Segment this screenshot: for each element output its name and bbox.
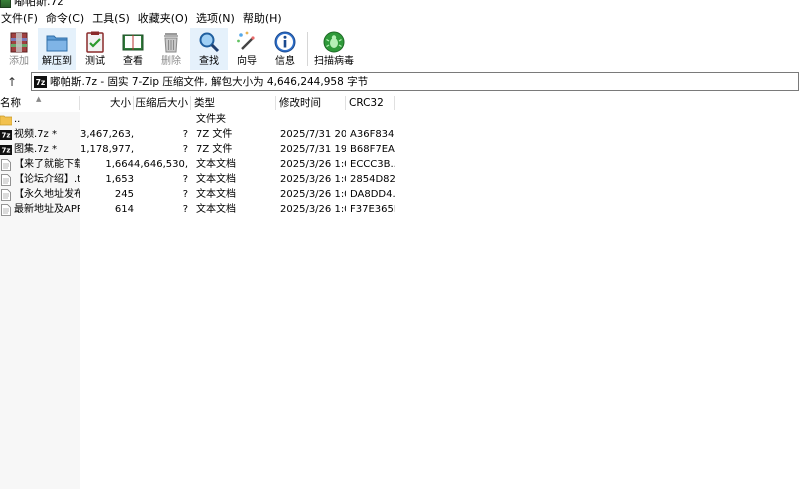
delete-button[interactable]: 删除: [152, 28, 190, 70]
archive-7z-icon: 7z: [34, 75, 47, 88]
file-rows: .. 文件夹 7z 视频.7z * 3,467,263,... ?: [0, 112, 800, 217]
magic-wand-icon: [237, 31, 255, 50]
wizard-button[interactable]: 向导: [228, 28, 266, 70]
winrar-window: 嘟帕斯.7z 文件(F) 命令(C) 工具(S) 收藏夹(O) 选项(N) 帮助…: [0, 0, 800, 489]
column-packed-size[interactable]: 压缩后大小: [134, 94, 191, 112]
info-button[interactable]: 信息: [266, 28, 304, 70]
find-button-label: 查找: [199, 56, 219, 67]
menu-commands[interactable]: 命令(C): [45, 10, 89, 28]
path-field[interactable]: 7z 嘟帕斯.7z - 固实 7-Zip 压缩文件, 解包大小为 4,646,2…: [31, 72, 799, 91]
menu-tools[interactable]: 工具(S): [91, 10, 135, 28]
table-row[interactable]: .. 文件夹: [0, 112, 395, 127]
trash-icon: [164, 33, 178, 53]
column-crc32[interactable]: CRC32: [346, 94, 395, 112]
test-button[interactable]: 测试: [76, 28, 114, 70]
column-header: ▲ 名称 大小 压缩后大小 类型 修改时间 CRC32: [0, 94, 800, 112]
svg-text:7z: 7z: [2, 131, 11, 139]
column-name[interactable]: ▲ 名称: [0, 94, 80, 112]
add-button-label: 添加: [9, 56, 29, 67]
archive-7z-icon: 7z: [0, 144, 12, 155]
table-row[interactable]: 【永久地址发布... 245 ? 文本文档 2025/3/26 1:08 DA8…: [0, 187, 395, 202]
svg-text:7z: 7z: [36, 78, 46, 87]
extract-button[interactable]: 解压到: [38, 28, 76, 70]
archive-7z-icon: 7z: [0, 129, 12, 140]
column-modified[interactable]: 修改时间: [276, 94, 346, 112]
table-row[interactable]: 【来了就能下载... 1,664 4,646,530,... 文本文档 2025…: [0, 157, 395, 172]
view-button-label: 查看: [123, 56, 143, 67]
extract-folder-icon: [46, 35, 68, 52]
svg-text:7z: 7z: [2, 146, 11, 154]
add-archive-icon: [10, 32, 28, 53]
info-button-label: 信息: [275, 56, 295, 67]
find-button[interactable]: 查找: [190, 28, 228, 70]
menu-favorites[interactable]: 收藏夹(O): [137, 10, 193, 28]
folder-icon: [0, 115, 12, 125]
up-folder-button[interactable]: ↑: [3, 73, 21, 91]
column-type[interactable]: 类型: [191, 94, 276, 112]
view-book-icon: [122, 34, 144, 51]
table-row[interactable]: 【论坛介绍】.tx... 1,653 ? 文本文档 2025/3/26 1:08…: [0, 172, 395, 187]
virus-scan-icon: [323, 31, 345, 53]
test-clipboard-icon: [86, 31, 104, 53]
arrow-up-icon: ↑: [6, 75, 18, 89]
delete-button-label: 删除: [161, 56, 181, 67]
magnifier-icon: [199, 32, 220, 53]
info-icon: [274, 31, 296, 53]
app-icon: [0, 0, 11, 8]
view-button[interactable]: 查看: [114, 28, 152, 70]
toolbar: 添加 解压到 测试 查看 删除 查找 向导 信息 扫描病毒: [0, 28, 800, 70]
menu-options[interactable]: 选项(N): [195, 10, 240, 28]
text-file-icon: [1, 203, 11, 216]
text-file-icon: [1, 188, 11, 201]
add-button[interactable]: 添加: [0, 28, 38, 70]
archive-path-text: 嘟帕斯.7z - 固实 7-Zip 压缩文件, 解包大小为 4,646,244,…: [50, 76, 369, 88]
table-row[interactable]: 最新地址及APP... 614 ? 文本文档 2025/3/26 1:08 F3…: [0, 202, 395, 217]
address-bar: ↑ 7z 嘟帕斯.7z - 固实 7-Zip 压缩文件, 解包大小为 4,646…: [0, 72, 800, 92]
table-row[interactable]: 7z 视频.7z * 3,467,263,... ? 7Z 文件 2025/7/…: [0, 127, 395, 142]
virus-scan-button[interactable]: 扫描病毒: [311, 28, 357, 70]
wizard-button-label: 向导: [237, 56, 257, 67]
extract-button-label: 解压到: [42, 56, 72, 67]
sort-ascending-icon: ▲: [36, 95, 42, 103]
virus-scan-button-label: 扫描病毒: [314, 56, 354, 67]
text-file-icon: [1, 173, 11, 186]
title-bar: 嘟帕斯.7z: [0, 0, 800, 10]
window-title: 嘟帕斯.7z: [14, 0, 64, 8]
menu-file[interactable]: 文件(F): [0, 10, 43, 28]
test-button-label: 测试: [85, 56, 105, 67]
menu-help[interactable]: 帮助(H): [242, 10, 287, 28]
column-size[interactable]: 大小: [80, 94, 134, 112]
file-list: ▲ 名称 大小 压缩后大小 类型 修改时间 CRC32 .. 文件夹 7z 视频…: [0, 94, 800, 489]
table-row[interactable]: 7z 图集.7z * 1,178,977,... ? 7Z 文件 2025/7/…: [0, 142, 395, 157]
toolbar-separator: [307, 32, 308, 66]
menu-bar: 文件(F) 命令(C) 工具(S) 收藏夹(O) 选项(N) 帮助(H): [0, 10, 800, 28]
text-file-icon: [1, 158, 11, 171]
